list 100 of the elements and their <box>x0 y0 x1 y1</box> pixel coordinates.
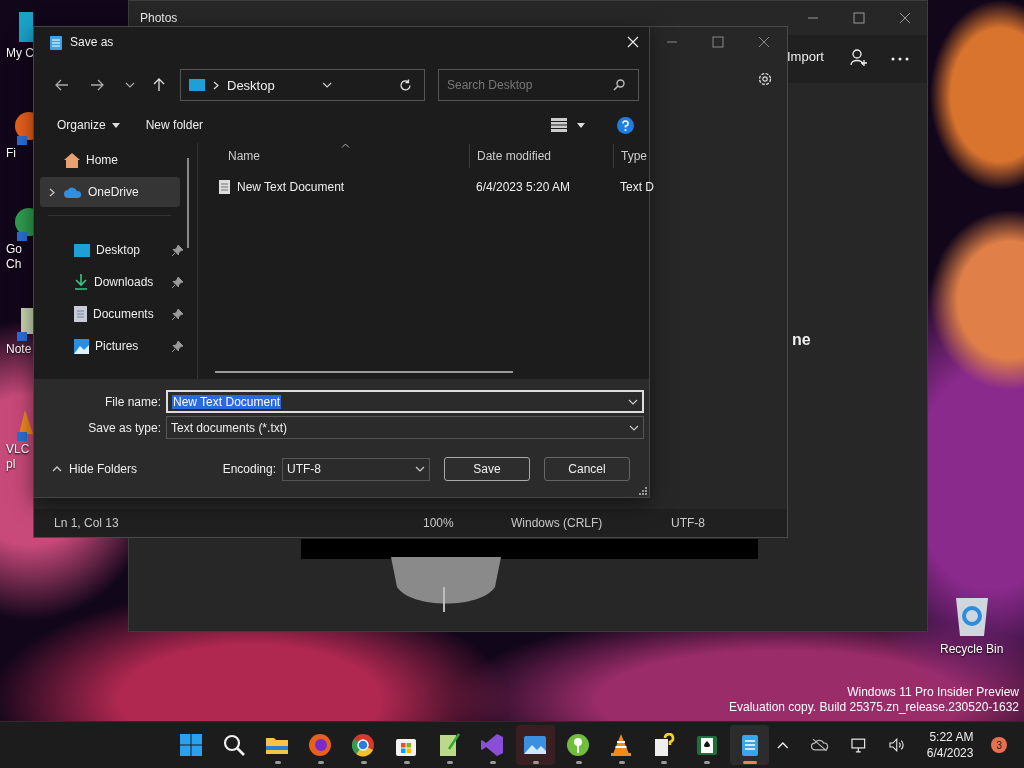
chevron-right-icon <box>213 80 219 90</box>
status-text: UTF-8 <box>671 516 706 530</box>
nav-item[interactable]: Downloads <box>40 267 183 297</box>
up-arrow-icon[interactable] <box>153 78 165 92</box>
volume-icon[interactable] <box>889 738 905 752</box>
system-notice-text: Windows 11 Pro Insider Preview <box>847 685 1019 700</box>
pin-icon[interactable] <box>172 308 183 320</box>
back-arrow-icon[interactable] <box>55 79 69 91</box>
desktop-icon-label: Ch <box>6 257 22 272</box>
text-file-icon <box>219 180 230 194</box>
window-title: Photos <box>140 11 178 25</box>
forward-arrow-icon[interactable] <box>90 79 104 91</box>
house-icon <box>64 152 80 168</box>
column-header[interactable]: Name <box>215 149 469 163</box>
file-type-dropdown[interactable]: Text documents (*.txt) <box>166 416 644 439</box>
status-text: 100% <box>423 516 455 530</box>
round-browser-icon <box>351 733 376 757</box>
column-header[interactable]: Date modified <box>469 144 613 168</box>
chevron-up-icon[interactable] <box>777 741 790 749</box>
more-icon[interactable] <box>891 57 909 61</box>
pin-icon[interactable] <box>172 340 183 352</box>
dropdown-triangle-icon <box>111 122 120 128</box>
hide-folders-button[interactable]: Hide Folders <box>52 462 138 476</box>
refresh-icon[interactable] <box>399 78 412 92</box>
desktop-icon-label: My C <box>6 46 34 61</box>
desktop-icon-label: Go <box>6 242 22 257</box>
settings-icon[interactable] <box>757 71 773 87</box>
file-name-field[interactable]: New Text Document <box>166 390 644 413</box>
cancel-button[interactable]: Cancel <box>544 457 630 481</box>
chevron-right-icon[interactable] <box>49 187 55 197</box>
table-cell-text: Text D <box>619 180 654 194</box>
scrollbar[interactable] <box>215 371 513 373</box>
recycle-bin-icon[interactable] <box>953 596 990 638</box>
maximize-icon[interactable] <box>853 12 865 24</box>
location-text: Desktop <box>227 77 275 93</box>
maximize-icon[interactable] <box>712 36 724 48</box>
field-label: File name: <box>103 394 161 409</box>
taskbar-button[interactable] <box>515 725 555 765</box>
field-label: Encoding: <box>222 462 276 476</box>
new-folder-button[interactable]: New folder <box>137 114 212 136</box>
search-icon <box>613 79 625 91</box>
playing-cards-icon <box>694 733 719 757</box>
download-arrow-icon <box>74 274 88 290</box>
encoding-dropdown[interactable]: UTF-8 <box>282 457 430 481</box>
notepad-icon <box>50 34 62 50</box>
nav-item[interactable]: Documents <box>40 299 183 329</box>
desktop-icon-label: Note <box>6 342 32 357</box>
pin-icon[interactable] <box>172 276 183 288</box>
chevron-up-icon <box>52 466 62 472</box>
clock[interactable]: 5:22 AM 6/4/2023 <box>926 729 974 761</box>
status-text: Ln 1, Col 13 <box>54 516 120 530</box>
address-bar[interactable]: Desktop <box>180 69 425 101</box>
system-notice-text: Evaluation copy. Build 25375.zn_release.230520-1632 <box>729 700 1019 715</box>
search-icon <box>222 733 247 757</box>
help-icon[interactable] <box>617 116 634 134</box>
chevron-down-icon <box>629 424 639 431</box>
keyhole-circle-icon <box>566 733 591 757</box>
ribbon-logo-icon <box>480 733 505 757</box>
cloud-icon <box>64 186 82 198</box>
search-field[interactable]: Search Desktop <box>438 69 639 101</box>
list-view-icon[interactable] <box>551 118 567 132</box>
field-label: Save as type: <box>87 420 161 435</box>
heading-text: ne <box>792 331 811 349</box>
desktop-icon-label: pl <box>6 457 16 472</box>
monitor-icon <box>189 79 205 91</box>
taskbar-button[interactable] <box>730 725 770 765</box>
nav-item[interactable]: Pictures <box>40 331 183 361</box>
chevron-down-icon <box>415 466 425 472</box>
dropdown-triangle-icon[interactable] <box>577 122 585 128</box>
recycle-bin-label: Recycle Bin <box>940 642 1004 656</box>
fox-browser-icon <box>308 733 333 757</box>
chevron-down-icon[interactable] <box>628 398 638 405</box>
start-icon <box>179 733 204 757</box>
resize-grip-icon[interactable] <box>639 487 647 495</box>
nav-item[interactable]: Home <box>40 145 180 175</box>
traffic-cone-icon <box>609 733 633 757</box>
document-icon <box>74 306 87 322</box>
landscape-picture-icon <box>523 733 548 757</box>
organize-button[interactable]: Organize <box>49 114 128 136</box>
pin-icon[interactable] <box>172 244 183 256</box>
add-person-icon[interactable] <box>850 49 868 66</box>
cloud-off-icon[interactable] <box>811 738 829 752</box>
desktop-icon-label: VLC <box>6 442 30 457</box>
network-icon[interactable] <box>850 737 868 753</box>
picture-icon <box>74 338 89 354</box>
notepad-pen-icon <box>437 733 462 757</box>
save-button[interactable]: Save <box>444 457 530 481</box>
table-cell-text: 6/4/2023 5:20 AM <box>475 180 572 194</box>
nav-item[interactable]: OneDrive <box>40 177 180 207</box>
nav-item[interactable]: Desktop <box>40 235 183 265</box>
sort-caret-icon <box>341 143 350 148</box>
notification-badge[interactable]: 3 <box>991 737 1007 753</box>
status-text: Windows (CRLF) <box>511 516 604 530</box>
chevron-down-icon[interactable] <box>125 82 135 88</box>
dialog-title: Save as <box>70 35 114 49</box>
import-button[interactable]: Import <box>787 49 824 64</box>
desktop-icon-label: Fi <box>6 146 16 161</box>
file-name-cell[interactable]: New Text Document <box>237 180 345 194</box>
monitor-icon <box>74 243 90 257</box>
column-header[interactable]: Type <box>613 144 647 168</box>
